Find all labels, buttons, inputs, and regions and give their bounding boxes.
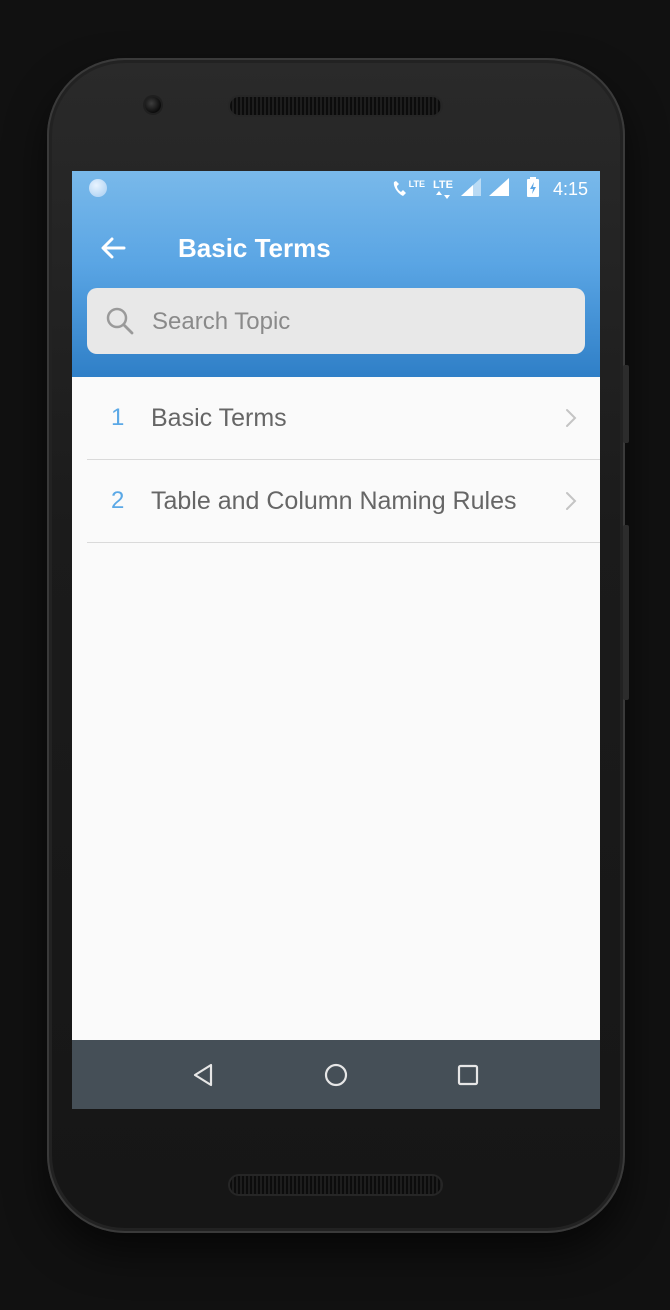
data-lte-badge: LTE xyxy=(432,178,453,191)
list-item[interactable]: 2 Table and Column Naming Rules xyxy=(87,460,600,543)
square-recents-icon xyxy=(457,1064,479,1086)
power-button xyxy=(623,365,629,443)
arrow-left-icon xyxy=(101,237,126,259)
earpiece-speaker xyxy=(230,97,441,115)
chevron-right-icon xyxy=(566,409,577,427)
volume-button xyxy=(623,525,629,700)
search-box[interactable] xyxy=(87,288,585,356)
chevron-right-icon xyxy=(566,492,577,510)
notification-dot-icon xyxy=(89,179,107,197)
circle-home-icon xyxy=(324,1063,348,1087)
wifi-calling-icon: LTE xyxy=(391,180,425,198)
call-lte-badge: LTE xyxy=(408,179,425,189)
front-camera xyxy=(145,97,161,113)
topic-list: 1 Basic Terms 2 Table and Column Naming … xyxy=(72,377,600,543)
triangle-back-icon xyxy=(193,1063,213,1087)
list-item[interactable]: 1 Basic Terms xyxy=(87,377,600,460)
lte-data-icon: LTE xyxy=(432,178,453,199)
status-icons: LTE LTE 4:15 xyxy=(391,176,588,202)
status-bar: LTE LTE 4:15 xyxy=(72,171,600,207)
system-nav-bar xyxy=(72,1040,600,1109)
app-bar: Basic Terms xyxy=(72,215,600,281)
item-number: 1 xyxy=(111,404,125,431)
search-icon xyxy=(106,307,134,335)
status-time: 4:15 xyxy=(552,178,588,199)
search-input[interactable] xyxy=(150,288,574,356)
bottom-speaker xyxy=(230,1176,441,1194)
signal-icon-2 xyxy=(488,177,509,201)
item-number: 2 xyxy=(111,487,125,514)
nav-back-button[interactable] xyxy=(186,1058,220,1092)
nav-recents-button[interactable] xyxy=(451,1058,485,1092)
app-header: LTE LTE 4:15 Basic Terms Search Topic xyxy=(72,171,600,377)
signal-icon-1 xyxy=(460,177,481,201)
back-button[interactable] xyxy=(90,227,136,269)
nav-home-button[interactable] xyxy=(319,1058,353,1092)
battery-charging-icon xyxy=(526,176,539,202)
page-title: Basic Terms xyxy=(178,233,331,263)
screen: LTE LTE 4:15 Basic Terms Search Topic 1 … xyxy=(72,171,600,1109)
item-label: Basic Terms xyxy=(151,404,287,432)
item-label: Table and Column Naming Rules xyxy=(151,487,517,515)
